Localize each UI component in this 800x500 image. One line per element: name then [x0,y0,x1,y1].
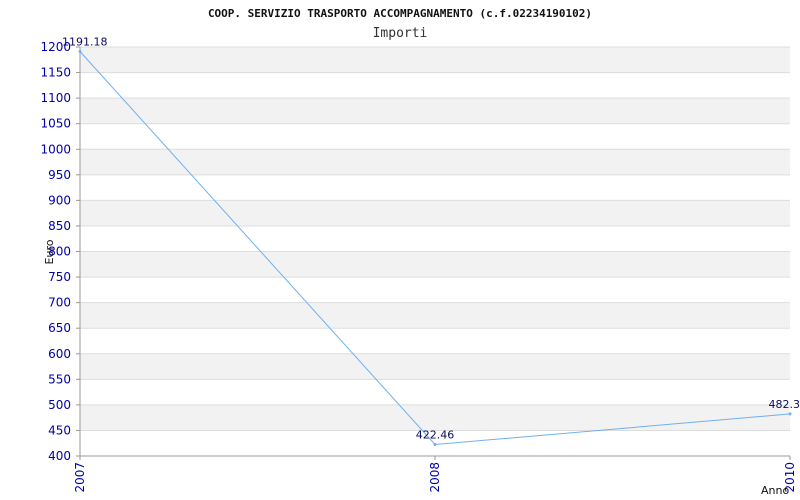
y-tick-label: 650 [48,321,71,335]
y-tick-label: 500 [48,398,71,412]
data-label: 482.3 [769,398,800,411]
y-tick-label: 750 [48,270,71,284]
y-tick-label: 1100 [40,91,71,105]
y-tick-label: 450 [48,423,71,437]
grid-band [80,328,790,354]
grid-band [80,47,790,73]
grid-band [80,379,790,405]
y-axis-label: Euro [43,239,56,264]
chart: 4004505005506006507007508008509009501000… [40,7,800,497]
data-point [78,50,82,54]
x-tick-label: 2008 [428,462,442,493]
x-axis-ticks: 2007 2008 2010 [73,456,797,493]
grid-band [80,277,790,303]
y-tick-label: 1000 [40,142,71,156]
y-tick-label: 850 [48,219,71,233]
grid-band [80,98,790,124]
grid-band [80,225,790,252]
y-tick-label: 1150 [40,66,71,80]
x-tick-label: 2007 [73,462,87,493]
grid-band [80,302,790,329]
y-tick-label: 550 [48,372,71,386]
y-tick-label: 950 [48,168,71,182]
y-tick-label: 700 [48,296,71,310]
data-point [433,443,437,447]
plot-background [80,46,790,457]
grid-band [80,174,790,201]
data-label: 422.46 [416,429,455,442]
y-tick-label: 1050 [40,117,71,131]
data-point [788,412,792,416]
grid-band [80,404,790,431]
chart-subtitle: Importi [373,26,428,41]
grid-band [80,353,790,380]
y-tick-label: 400 [48,449,71,463]
grid-band [80,200,790,226]
grid-band [80,123,790,150]
grid-band [80,251,790,278]
data-label: 1191.18 [62,36,108,49]
grid-band [80,72,790,99]
y-tick-label: 600 [48,347,71,361]
chart-title: COOP. SERVIZIO TRASPORTO ACCOMPAGNAMENTO… [208,7,592,20]
y-tick-label: 900 [48,193,71,207]
grid-band [80,149,790,175]
x-axis-label: Anno [761,484,789,497]
